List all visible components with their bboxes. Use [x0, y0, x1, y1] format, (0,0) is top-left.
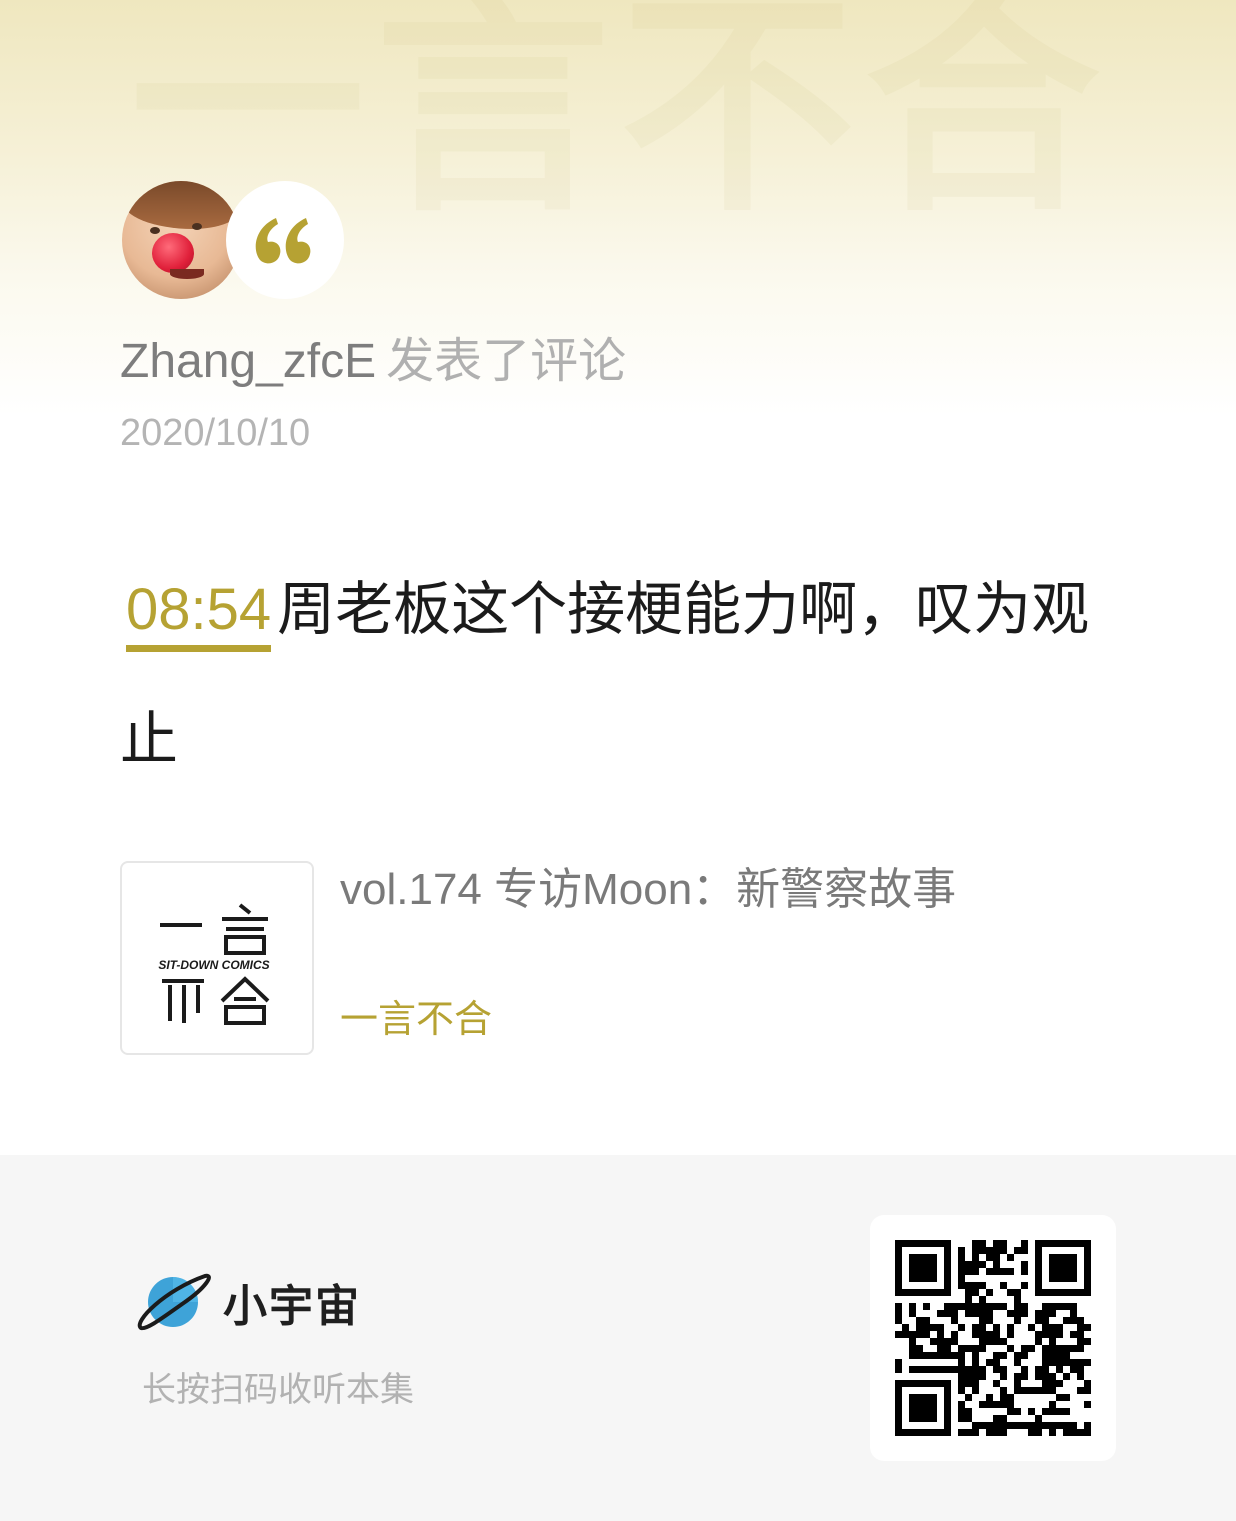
episode-channel[interactable]: 一言不合: [340, 995, 492, 1045]
brand-name: 小宇宙: [223, 1281, 361, 1332]
planet-icon: [137, 1273, 211, 1331]
cover-tagline: SIT-DOWN COMICS: [158, 958, 269, 972]
quote-icon: [226, 181, 344, 299]
comment-card: 一言不合 Zhang_zfcE 发表了评论 2020/10/10 08:54 周老板…: [0, 0, 1236, 1155]
user-line: Zhang_zfcE 发表了评论: [120, 333, 626, 391]
qr-code[interactable]: [870, 1215, 1116, 1461]
brand-logo: 小宇宙: [135, 1268, 361, 1336]
username[interactable]: Zhang_zfcE: [120, 335, 376, 388]
episode-title[interactable]: vol.174 专访Moon：新警察故事: [340, 862, 956, 918]
episode-cover[interactable]: SIT-DOWN COMICS: [120, 861, 314, 1055]
scan-hint: 长按扫码收听本集: [142, 1371, 414, 1409]
comment-body: 08:54 周老板这个接梗能力啊，叹为观止: [120, 545, 1120, 805]
timestamp-link[interactable]: 08:54: [126, 575, 272, 652]
avatar[interactable]: [122, 181, 240, 299]
comment-date: 2020/10/10: [120, 412, 311, 454]
action-label: 发表了评论: [386, 335, 627, 388]
